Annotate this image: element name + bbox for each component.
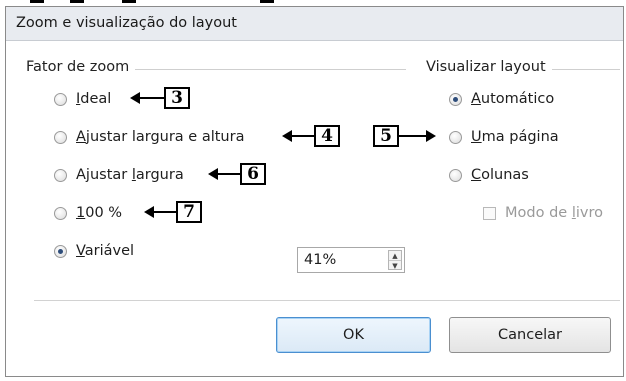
layout-option-columns[interactable]: Colunas xyxy=(449,164,529,186)
zoom-fit-width-label-rest: argura xyxy=(135,167,184,183)
zoom-fit-width-height-label-rest: justar largura e altura xyxy=(85,129,245,145)
zoom-option-100[interactable]: 100 % xyxy=(54,202,122,224)
layout-book-mode[interactable]: Modo de livro xyxy=(483,202,603,224)
zoom-variable-label: Variável xyxy=(76,243,134,259)
layout-columns-label-rest: olunas xyxy=(481,167,529,183)
dialog-title: Zoom e visualização do layout xyxy=(16,15,237,31)
book-mode-label: Modo de livro xyxy=(505,205,603,221)
callout-number: 6 xyxy=(240,163,266,185)
layout-automatic-label: Automático xyxy=(471,91,554,107)
frame-tick xyxy=(260,0,274,3)
zoom-fit-width-label: Ajustar largura xyxy=(76,167,184,183)
frame-tick xyxy=(70,0,84,3)
book-mode-checkbox[interactable] xyxy=(483,206,496,220)
layout-automatic-radio[interactable] xyxy=(449,92,462,106)
zoom-fit-width-radio[interactable] xyxy=(54,168,67,182)
callout-4: 4 xyxy=(282,124,340,148)
layout-option-automatic[interactable]: Automático xyxy=(449,88,554,110)
zoom-fit-width-height-label: Ajustar largura e altura xyxy=(76,129,244,145)
spin-down-icon[interactable]: ▼ xyxy=(389,261,401,270)
arrow-right-icon xyxy=(426,130,436,142)
arrow-left-icon xyxy=(208,168,218,180)
zoom-variable-radio[interactable] xyxy=(54,244,67,258)
zoom-spin-buttons: ▲ ▼ xyxy=(388,250,402,270)
book-mode-label-pre: Modo de xyxy=(505,205,572,221)
layout-single-page-label: Uma página xyxy=(471,129,559,145)
arrow-left-icon xyxy=(144,206,154,218)
zoom-variable-mnemonic: V xyxy=(76,243,85,259)
callout-number: 5 xyxy=(373,125,399,147)
zoom-percentage-spinbox[interactable]: 41% ▲ ▼ xyxy=(297,247,405,273)
button-separator xyxy=(34,300,620,301)
arrow-line xyxy=(399,135,426,137)
layout-columns-label: Colunas xyxy=(471,167,529,183)
zoom-option-fit-width-height[interactable]: Ajustar largura e altura xyxy=(54,126,244,148)
callout-6: 6 xyxy=(208,162,266,186)
callout-3: 3 xyxy=(130,86,190,110)
callout-number: 4 xyxy=(314,125,340,147)
layout-columns-radio[interactable] xyxy=(449,168,462,182)
zoom-ideal-label: Ideal xyxy=(76,91,111,107)
zoom-ideal-label-rest: deal xyxy=(80,91,112,107)
zoom-percentage-value[interactable]: 41% xyxy=(304,252,336,268)
layout-columns-mnemonic: C xyxy=(471,167,482,183)
spin-up-icon[interactable]: ▲ xyxy=(389,251,401,261)
layout-automatic-mnemonic: A xyxy=(471,91,481,107)
zoom-100-label-rest: 00 % xyxy=(85,205,123,221)
arrow-left-icon xyxy=(130,92,140,104)
book-mode-label-rest: ivro xyxy=(575,205,603,221)
arrow-line xyxy=(154,211,176,213)
zoom-fit-width-label-pre: Ajustar xyxy=(76,167,132,183)
screenshot-frame: Zoom e visualização do layout Fator de z… xyxy=(0,0,626,381)
arrow-left-icon xyxy=(282,130,292,142)
zoom-group-label: Fator de zoom xyxy=(26,59,136,75)
zoom-100-mnemonic: 1 xyxy=(76,205,86,221)
arrow-line xyxy=(140,97,164,99)
zoom-option-fit-width[interactable]: Ajustar largura xyxy=(54,164,184,186)
layout-single-page-radio[interactable] xyxy=(449,130,462,144)
zoom-fit-width-height-mnemonic: A xyxy=(76,129,86,145)
layout-single-page-label-rest: ma página xyxy=(481,129,559,145)
callout-5: 5 xyxy=(373,124,436,148)
zoom-100-label: 100 % xyxy=(76,205,122,221)
layout-single-page-mnemonic: U xyxy=(471,129,482,145)
callout-number: 7 xyxy=(176,201,202,223)
zoom-100-radio[interactable] xyxy=(54,206,67,220)
arrow-line xyxy=(292,135,314,137)
ok-button[interactable]: OK xyxy=(276,317,431,353)
dialog-titlebar[interactable]: Zoom e visualização do layout xyxy=(6,7,623,41)
callout-7: 7 xyxy=(144,200,202,224)
zoom-variable-label-rest: ariável xyxy=(84,243,135,259)
zoom-option-ideal[interactable]: Ideal xyxy=(54,88,111,110)
zoom-fit-width-height-radio[interactable] xyxy=(54,130,67,144)
layout-automatic-label-rest: utomático xyxy=(480,91,555,107)
zoom-layout-dialog: Zoom e visualização do layout Fator de z… xyxy=(5,6,624,377)
layout-option-single-page[interactable]: Uma página xyxy=(449,126,559,148)
frame-tick xyxy=(122,0,136,3)
callout-number: 3 xyxy=(164,87,190,109)
cancel-button[interactable]: Cancelar xyxy=(449,317,611,353)
zoom-option-variable[interactable]: Variável xyxy=(54,240,134,262)
layout-group-label: Visualizar layout xyxy=(426,59,552,75)
zoom-ideal-radio[interactable] xyxy=(54,92,67,106)
arrow-line xyxy=(218,173,240,175)
frame-tick xyxy=(30,0,44,3)
